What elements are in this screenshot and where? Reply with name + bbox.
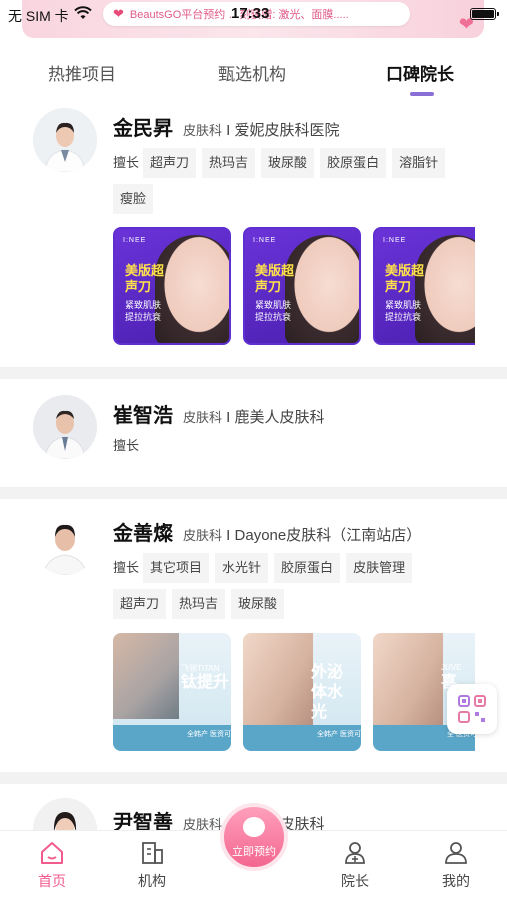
- project-thumbnail[interactable]: I:NEE 美版超声刀 紧致肌肤提拉抗衰: [373, 227, 475, 345]
- skill-tag[interactable]: 水光针: [215, 553, 269, 583]
- skill-tag[interactable]: 玻尿酸: [261, 148, 315, 178]
- doctor-card[interactable]: 崔智浩 皮肤科 I 鹿美人皮肤科 擅长: [0, 379, 507, 485]
- avatar: [33, 108, 97, 172]
- skill-tag[interactable]: 胶原蛋白: [320, 148, 387, 178]
- qr-code-icon: [458, 695, 486, 723]
- skill-tag[interactable]: 热玛吉: [202, 148, 256, 178]
- chat-bubble-icon: [243, 817, 265, 837]
- doctor-card[interactable]: 金善燦 皮肤科 I Dayone皮肤科（江南站店） 擅长 其它项目 水光针 胶原蛋…: [0, 499, 507, 771]
- bottom-nav: 首页 机构 立即预约 院长 我的: [0, 803, 507, 900]
- category-tabs: 热推项目 甄选机构 口碑院长: [0, 52, 507, 102]
- doctor-icon: [345, 842, 365, 864]
- heart-icon: ❤: [113, 6, 124, 21]
- nav-director[interactable]: 院长: [325, 841, 385, 891]
- skill-tag[interactable]: 玻尿酸: [231, 589, 285, 619]
- doctor-name: 金民昇 皮肤科 I 爱妮皮肤科医院: [113, 118, 340, 140]
- project-thumbnail[interactable]: 飞顿TITAN 钛提升 全韩产 医资可查 透明: [113, 633, 231, 751]
- active-tab-indicator: [410, 92, 434, 96]
- project-thumbnails: 飞顿TITAN 钛提升 全韩产 医资可查 透明 外泌体水光 全韩产 医资可查 透…: [113, 633, 475, 751]
- nav-home[interactable]: 首页: [22, 841, 82, 891]
- project-thumbnail[interactable]: 外泌体水光 全韩产 医资可查 透明: [243, 633, 361, 751]
- avatar: [33, 798, 97, 830]
- skill-tag[interactable]: 超声刀: [113, 589, 167, 619]
- skill-tag[interactable]: 其它项目: [143, 553, 210, 583]
- battery-icon: [470, 8, 499, 20]
- skill-tag[interactable]: 溶脂针: [392, 148, 446, 178]
- tab-hot-projects[interactable]: 热推项目: [48, 60, 116, 85]
- wifi-icon: [74, 6, 92, 19]
- skill-tag[interactable]: 热玛吉: [172, 589, 226, 619]
- user-icon: [445, 842, 467, 864]
- skill-tag[interactable]: 超声刀: [143, 148, 197, 178]
- skill-tag[interactable]: 皮肤管理: [346, 553, 413, 583]
- avatar: [33, 395, 97, 459]
- skill-tags: 擅长 其它项目 水光针 胶原蛋白 皮肤管理 超声刀 热玛吉 玻尿酸: [113, 553, 473, 625]
- nav-clinic[interactable]: 机构: [122, 841, 182, 891]
- skill-tag[interactable]: 胶原蛋白: [274, 553, 341, 583]
- nav-mine[interactable]: 我的: [426, 841, 486, 891]
- book-now-button[interactable]: 立即预约: [220, 803, 288, 871]
- project-thumbnails: I:NEE 美版超声刀 紧致肌肤提拉抗衰 I:NEE 美版超声刀 紧致肌肤提拉抗…: [113, 227, 475, 345]
- project-thumbnail[interactable]: I:NEE 美版超声刀 紧致肌肤提拉抗衰: [113, 227, 231, 345]
- avatar: [33, 511, 97, 575]
- section-divider: [0, 487, 507, 499]
- section-divider: [0, 367, 507, 379]
- skill-tag[interactable]: 瘦脸: [113, 184, 154, 214]
- skill-tags: 擅长: [113, 438, 140, 453]
- carrier-label: 无 SIM 卡: [8, 8, 69, 24]
- tab-top-directors[interactable]: 口碑院长: [386, 60, 454, 85]
- clock: 17:33: [231, 5, 270, 22]
- project-thumbnail[interactable]: I:NEE 美版超声刀 紧致肌肤提拉抗衰: [243, 227, 361, 345]
- tab-selected-clinics[interactable]: 甄选机构: [218, 60, 286, 85]
- home-icon: [41, 842, 63, 864]
- doctor-card[interactable]: 金民昇 皮肤科 I 爱妮皮肤科医院 擅长 超声刀 热玛吉 玻尿酸 胶原蛋白 溶脂针…: [0, 102, 507, 364]
- qr-code-button[interactable]: [447, 684, 497, 734]
- section-divider: [0, 772, 507, 784]
- building-icon: [142, 842, 163, 864]
- doctor-name: 崔智浩 皮肤科 I 鹿美人皮肤科: [113, 405, 325, 427]
- doctor-name: 金善燦 皮肤科 I Dayone皮肤科（江南站店）: [113, 523, 422, 545]
- skill-tags: 擅长 超声刀 热玛吉 玻尿酸 胶原蛋白 溶脂针 瘦脸: [113, 148, 473, 220]
- doctor-name: 尹智善皮肤科 I 鹿美人皮肤科: [113, 812, 325, 830]
